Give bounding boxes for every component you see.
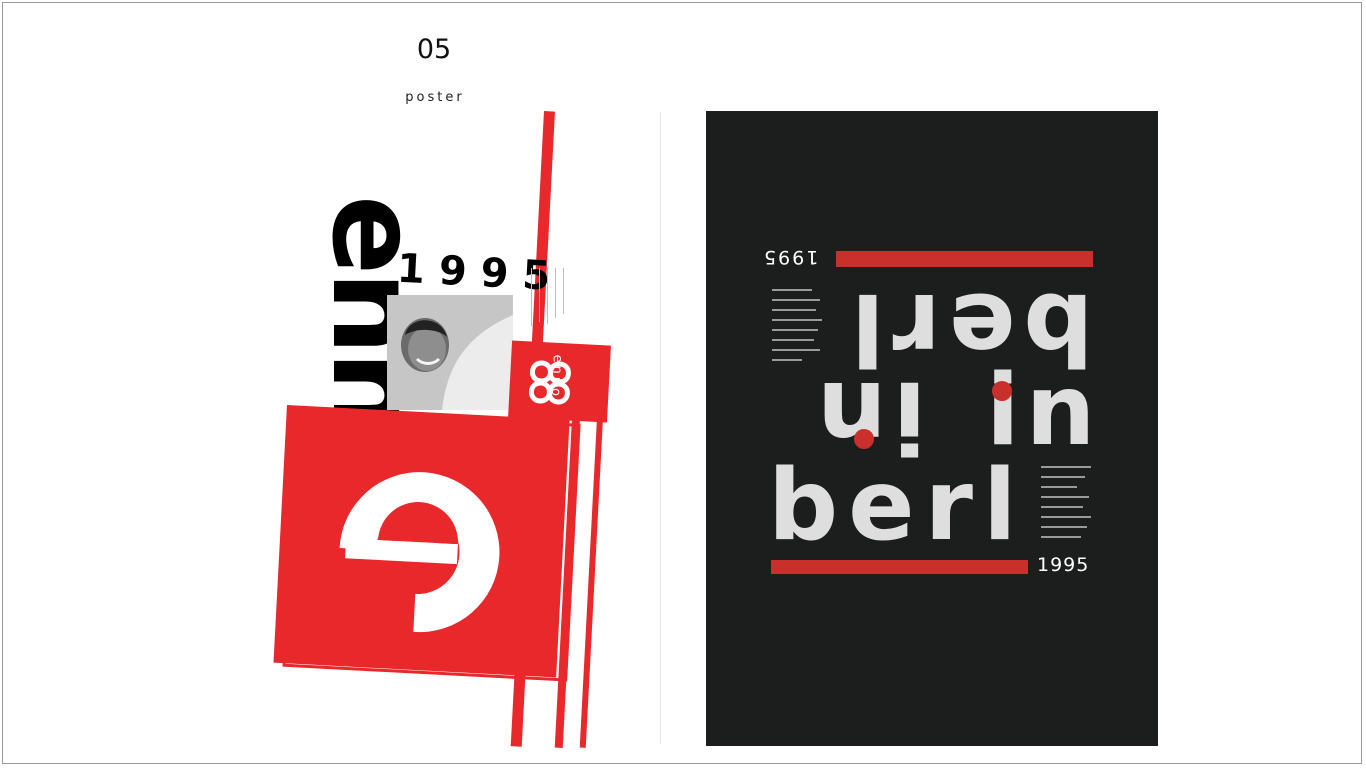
big-letter-e-icon bbox=[339, 472, 500, 633]
poster-small-text bbox=[527, 268, 597, 328]
year-bottom: 1995 bbox=[1037, 554, 1090, 576]
red-dot-right bbox=[992, 381, 1012, 401]
word-berl: berl bbox=[768, 449, 1027, 563]
poster-right: 1995 berl in in berl 1995 bbox=[706, 111, 1158, 746]
divider bbox=[660, 112, 661, 744]
section-label: poster bbox=[405, 90, 465, 105]
year-top-rotated: 1995 bbox=[762, 246, 819, 268]
red-bar-top bbox=[836, 251, 1093, 267]
word-in: in bbox=[986, 354, 1102, 468]
red-dot-left bbox=[854, 429, 874, 449]
logo-word: enno bbox=[547, 354, 565, 400]
text-block-bottom bbox=[1041, 466, 1095, 546]
portrait-photo bbox=[387, 295, 513, 410]
text-block-top bbox=[772, 289, 824, 369]
red-square bbox=[273, 405, 570, 678]
red-bar-bottom bbox=[771, 560, 1028, 574]
page-number: 05 bbox=[416, 34, 452, 65]
slide-frame bbox=[2, 2, 1362, 764]
